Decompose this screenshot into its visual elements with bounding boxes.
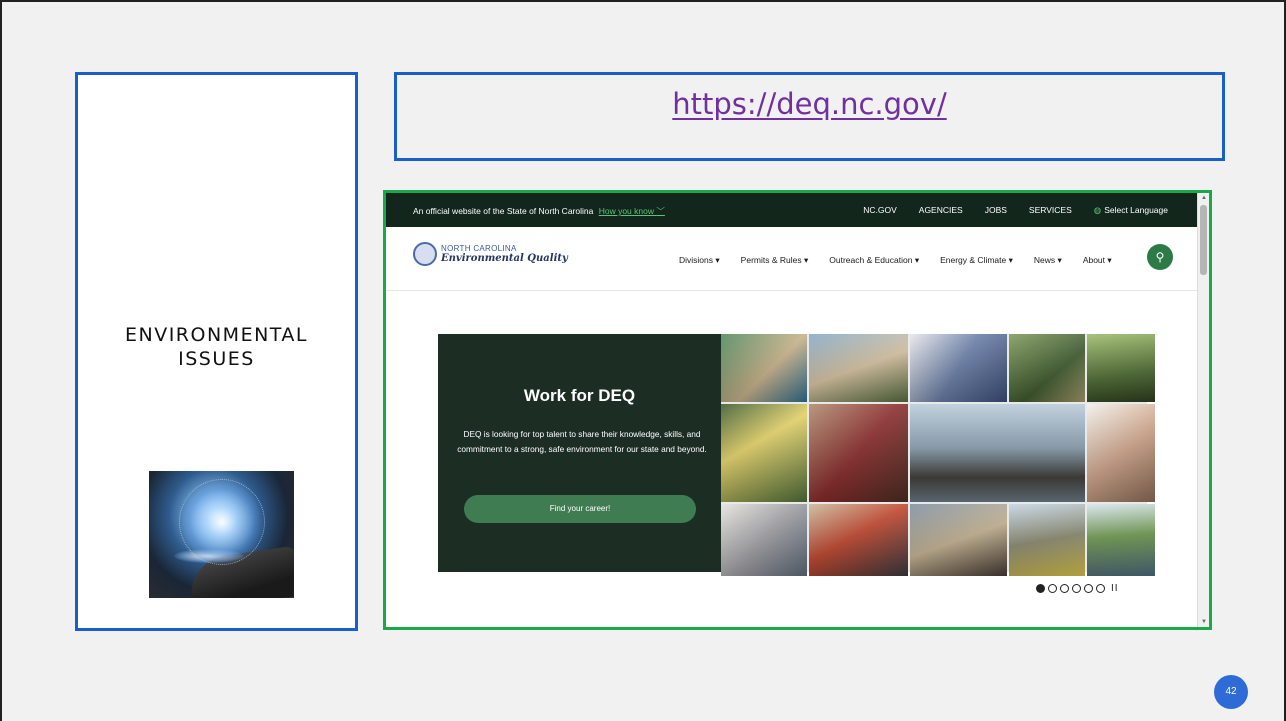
scroll-down-icon[interactable]: ▼ [1201, 619, 1207, 625]
hero-description: DEQ is looking for top talent to share t… [457, 429, 707, 454]
select-language-button[interactable]: ◍ Select Language [1094, 205, 1168, 216]
nav-news[interactable]: News ▾ [1034, 255, 1062, 266]
collage-photo [910, 334, 1007, 402]
nav-divisions[interactable]: Divisions ▾ [679, 255, 720, 266]
caret-down-icon: ▾ [1057, 255, 1062, 265]
hero-title: Work for DEQ [523, 386, 636, 405]
top-nav-services[interactable]: SERVICES [1029, 205, 1072, 216]
globe-icon: ◍ [1093, 205, 1102, 215]
pause-icon[interactable]: II [1111, 583, 1119, 594]
collage-photo [721, 334, 807, 402]
caret-down-icon: ▾ [914, 255, 920, 265]
top-nav: NC.GOV AGENCIES JOBS SERVICES ◍ Select La… [863, 205, 1168, 216]
nav-divisions-label: Divisions [679, 255, 714, 265]
how-you-know-link[interactable]: How you know ﹀ [599, 206, 665, 216]
nav-permits-rules[interactable]: Permits & Rules ▾ [741, 255, 809, 266]
hero-carousel: Work for DEQ DEQ is looking for top tale… [438, 334, 1155, 576]
collage-photo [721, 404, 807, 502]
search-icon: ⚲ [1155, 250, 1165, 264]
nav-permits-label: Permits & Rules [740, 255, 802, 265]
collage-photo [809, 504, 908, 576]
nav-outreach-label: Outreach & Education [829, 255, 913, 265]
collage-photo [721, 504, 807, 576]
main-nav: Divisions ▾ Permits & Rules ▾ Outreach &… [679, 255, 1133, 266]
caret-down-icon: ▾ [1107, 255, 1112, 265]
deq-url-link[interactable]: https://deq.nc.gov/ [672, 87, 946, 121]
top-nav-agencies[interactable]: AGENCIES [919, 205, 963, 216]
title-panel: ENVIRONMENTAL ISSUES [75, 72, 358, 631]
slide-title-line2: ISSUES [178, 348, 255, 370]
find-career-button[interactable]: Find your career! [464, 495, 696, 523]
scroll-thumb[interactable] [1200, 205, 1207, 275]
network-globe-icon [179, 479, 265, 565]
top-nav-jobs[interactable]: JOBS [985, 205, 1007, 216]
nav-about[interactable]: About ▾ [1083, 255, 1112, 266]
scroll-up-icon[interactable]: ▲ [1201, 195, 1207, 201]
nav-news-label: News [1033, 255, 1056, 265]
top-nav-ncgov[interactable]: NC.GOV [863, 205, 897, 216]
collage-photo [1087, 404, 1155, 502]
official-banner: An official website of the State of Nort… [386, 193, 1200, 227]
collage-photo [1087, 334, 1155, 402]
website-screenshot: An official website of the State of Nort… [383, 190, 1212, 630]
slide-title-line1: ENVIRONMENTAL [124, 324, 308, 346]
slide-title: ENVIRONMENTAL ISSUES [78, 323, 355, 371]
photo-collage [721, 334, 1155, 576]
page-number-badge: 42 [1214, 675, 1248, 709]
select-language-label: Select Language [1104, 205, 1168, 215]
how-you-know-label: How you know [598, 206, 654, 216]
main-navbar: NORTH CAROLINA Environmental Quality Div… [386, 227, 1200, 291]
caret-down-icon: ▾ [1008, 255, 1013, 265]
collage-photo [910, 504, 1007, 576]
carousel-dot[interactable] [1060, 584, 1069, 593]
nav-outreach-education[interactable]: Outreach & Education ▾ [829, 255, 919, 266]
carousel-dot[interactable] [1084, 584, 1093, 593]
chevron-down-icon: ﹀ [656, 206, 665, 216]
caret-down-icon: ▾ [803, 255, 809, 265]
nav-energy-climate[interactable]: Energy & Climate ▾ [940, 255, 1013, 266]
official-text: An official website of the State of Nort… [413, 205, 665, 217]
collage-photo [809, 404, 908, 502]
caret-down-icon: ▾ [715, 255, 720, 265]
collage-photo [1087, 504, 1155, 576]
collage-photo [1009, 334, 1085, 402]
url-box: https://deq.nc.gov/ [394, 72, 1225, 161]
carousel-dot[interactable] [1048, 584, 1057, 593]
collage-photo [809, 334, 908, 402]
carousel-dot[interactable] [1072, 584, 1081, 593]
logo-agency: Environmental Quality [441, 253, 568, 264]
slide: ENVIRONMENTAL ISSUES https://deq.nc.gov/… [0, 0, 1286, 721]
nc-seal-icon [413, 242, 437, 266]
carousel-dot[interactable] [1036, 584, 1045, 593]
collage-photo [1009, 504, 1085, 576]
official-site-label: An official website of the State of Nort… [413, 206, 594, 216]
collage-photo [910, 404, 1085, 502]
scrollbar[interactable]: ▲ ▼ [1197, 193, 1209, 627]
hero-panel: Work for DEQ DEQ is looking for top tale… [438, 334, 721, 572]
carousel-indicators: II [1036, 583, 1119, 594]
nav-about-label: About [1082, 255, 1106, 265]
nav-energy-label: Energy & Climate [940, 255, 1007, 265]
globe-hand-image [149, 471, 294, 598]
deq-logo[interactable]: NORTH CAROLINA Environmental Quality [413, 242, 568, 266]
carousel-dot[interactable] [1096, 584, 1105, 593]
search-button[interactable]: ⚲ [1147, 244, 1173, 270]
